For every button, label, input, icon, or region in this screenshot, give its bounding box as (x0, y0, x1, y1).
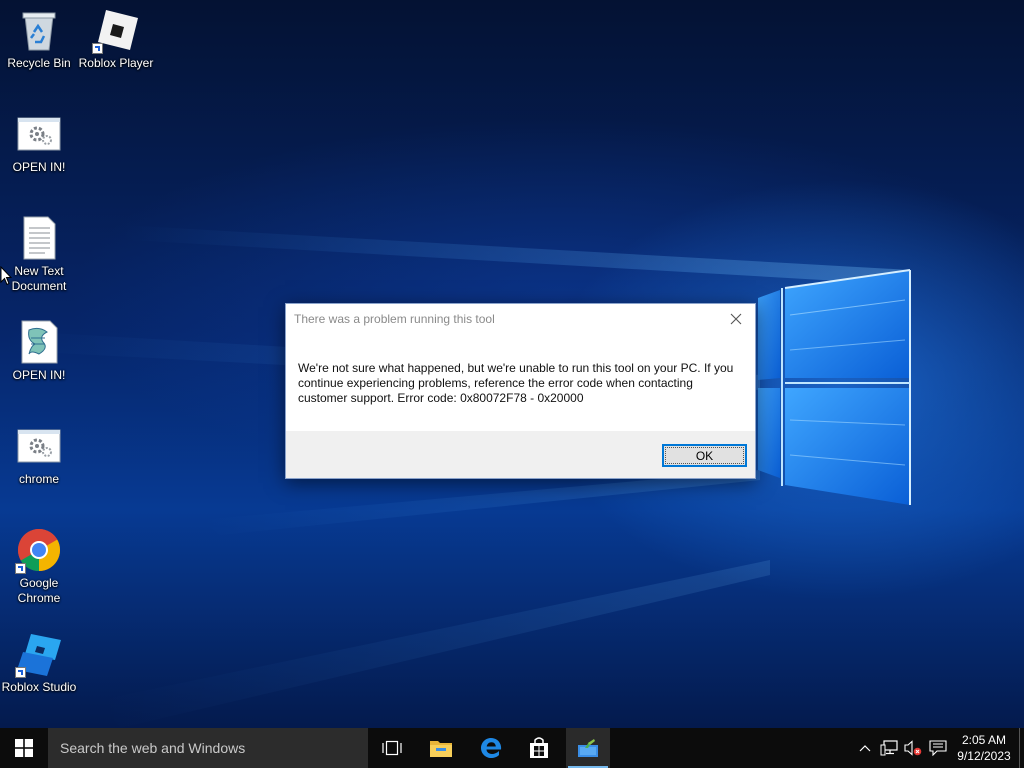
script-file-icon (17, 320, 61, 364)
volume-tray-button[interactable] (902, 728, 924, 768)
desktop-icon-label: Recycle Bin (7, 56, 71, 70)
dialog-message: We're not sure what happened, but we're … (298, 361, 734, 405)
clock-date: 9/12/2023 (957, 749, 1011, 763)
desktop-icon-roblox-studio[interactable]: Roblox Studio (1, 632, 77, 695)
desktop-icon-label: New Text Document (11, 264, 67, 293)
store-button[interactable] (519, 728, 559, 768)
chevron-up-icon (859, 745, 871, 752)
settings-window-icon (17, 112, 61, 156)
network-icon (880, 740, 898, 756)
roblox-player-icon (92, 8, 138, 54)
edge-icon (481, 738, 502, 758)
shortcut-arrow-icon (15, 667, 26, 678)
error-dialog: There was a problem running this tool We… (285, 303, 756, 479)
desktop-icon-label: chrome (18, 472, 59, 486)
taskbar-clock[interactable]: 2:05 AM 9/12/2023 (952, 728, 1016, 768)
desktop-icon-label: Roblox Player (78, 56, 154, 70)
taskbar-search-box[interactable]: Search the web and Windows (48, 728, 368, 768)
dialog-title: There was a problem running this tool (294, 312, 495, 326)
network-tray-button[interactable] (878, 728, 900, 768)
show-hidden-icons-button[interactable] (855, 728, 875, 768)
desktop-icon-open-in-2[interactable]: OPEN IN! (1, 320, 77, 383)
desktop-icon-roblox-player[interactable]: Roblox Player (78, 8, 154, 71)
settings-window-icon (17, 424, 61, 468)
shortcut-arrow-icon (15, 563, 26, 574)
dialog-close-button[interactable] (721, 306, 751, 332)
dialog-footer: OK (286, 431, 755, 478)
desktop-icon-label: OPEN IN! (12, 160, 66, 174)
chrome-icon (15, 528, 61, 574)
start-button[interactable] (0, 728, 48, 768)
mouse-cursor-icon (0, 265, 13, 291)
desktop-icon-label: OPEN IN! (12, 368, 66, 382)
notification-icon (929, 740, 947, 756)
desktop-icon-chrome-file[interactable]: chrome (1, 424, 77, 487)
roblox-studio-icon (15, 632, 61, 678)
desktop-icon-new-text-document[interactable]: New Text Document (1, 216, 77, 294)
desktop-icon-open-in-1[interactable]: OPEN IN! (1, 112, 77, 175)
running-tool-button[interactable] (566, 728, 610, 768)
windows-logo-icon (15, 739, 33, 757)
close-icon (730, 313, 742, 325)
desktop-icon-label: Roblox Studio (1, 680, 77, 694)
text-document-icon (17, 216, 61, 260)
volume-muted-icon (904, 740, 922, 756)
folder-icon (430, 741, 452, 757)
task-view-button[interactable] (372, 728, 412, 768)
clock-time: 2:05 AM (961, 733, 1007, 747)
desktop-icon-recycle-bin[interactable]: Recycle Bin (1, 8, 77, 71)
action-center-button[interactable] (927, 728, 949, 768)
edge-browser-button[interactable] (471, 728, 511, 768)
task-view-icon (382, 740, 402, 756)
taskbar: Search the web and Windows 2:05 AM 9/12/… (0, 728, 1024, 768)
shortcut-arrow-icon (92, 43, 103, 54)
recycle-bin-icon (17, 8, 61, 52)
ok-button[interactable]: OK (662, 444, 747, 467)
desktop-icon-google-chrome[interactable]: Google Chrome (1, 528, 77, 606)
media-tool-icon (578, 739, 598, 757)
show-desktop-button[interactable] (1019, 728, 1024, 768)
store-bag-icon (530, 737, 548, 758)
file-explorer-button[interactable] (421, 728, 461, 768)
desktop-icon-label: Google Chrome (17, 576, 61, 605)
